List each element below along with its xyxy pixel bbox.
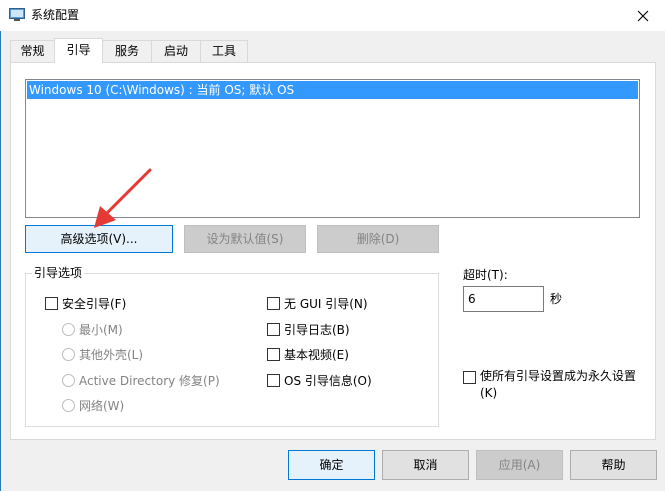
delete-button[interactable]: 删除(D) [317,225,439,253]
active-directory-label: Active Directory 修复(P) [79,374,220,388]
make-permanent-shortcut[interactable]: (K) [480,386,497,400]
timeout-label: 超时(T): [463,268,508,282]
alternate-shell-label: 其他外壳(L) [79,348,144,362]
system-config-icon [9,8,25,21]
ok-button[interactable]: 确定 [288,450,375,480]
apply-button[interactable]: 应用(A) [476,450,563,480]
title-bar [0,0,665,31]
safe-boot-label[interactable]: 安全引导(F) [62,297,126,311]
make-permanent-checkbox[interactable] [463,371,476,384]
boot-log-checkbox[interactable] [267,323,280,336]
make-permanent-label[interactable]: 使所有引导设置成为永久设置 [480,369,636,383]
active-directory-radio[interactable] [62,374,75,387]
set-default-button[interactable]: 设为默认值(S) [184,225,306,253]
boot-options-legend: 引导选项 [32,266,85,280]
boot-log-label[interactable]: 引导日志(B) [284,323,350,337]
tab-general[interactable]: 常规 [10,40,55,62]
tab-tools[interactable]: 工具 [200,40,248,62]
window-edge [0,31,1,491]
boot-entry-row[interactable]: Windows 10 (C:\Windows) : 当前 OS; 默认 OS [27,81,638,99]
minimal-radio[interactable] [62,323,75,336]
no-gui-boot-label[interactable]: 无 GUI 引导(N) [284,297,368,311]
seconds-unit-label: 秒 [550,292,563,306]
annotation-arrow-icon [94,168,152,228]
tab-boot[interactable]: 引导 [54,38,103,63]
network-label: 网络(W) [79,399,125,413]
os-boot-info-checkbox[interactable] [267,374,280,387]
os-boot-info-label[interactable]: OS 引导信息(O) [284,374,372,388]
network-radio[interactable] [62,399,75,412]
help-button[interactable]: 帮助 [570,450,657,480]
close-icon [637,10,648,21]
cancel-button[interactable]: 取消 [382,450,469,480]
tab-services[interactable]: 服务 [102,40,152,62]
window-title: 系统配置 [31,8,80,22]
timeout-input[interactable]: 6 [463,286,544,312]
base-video-label[interactable]: 基本视频(E) [284,348,349,362]
tab-startup[interactable]: 启动 [151,40,201,62]
alternate-shell-radio[interactable] [62,348,75,361]
base-video-checkbox[interactable] [267,348,280,361]
safe-boot-checkbox[interactable] [45,297,58,310]
close-button[interactable] [620,0,665,31]
minimal-label: 最小(M) [79,323,123,337]
no-gui-boot-checkbox[interactable] [267,297,280,310]
